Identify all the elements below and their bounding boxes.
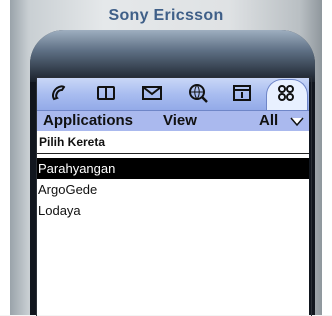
- screen-title: Pilih Kereta: [39, 135, 106, 149]
- phone-screen: Applications View All Pilih Kereta Parah…: [37, 78, 309, 315]
- train-list: Parahyangan ArgoGede Lodaya: [37, 158, 309, 221]
- screen-title-bar: Pilih Kereta: [37, 132, 309, 154]
- list-item-label: ArgoGede: [38, 182, 98, 197]
- bezel-highlight: [30, 30, 315, 82]
- list-item[interactable]: Lodaya: [37, 200, 309, 221]
- globe-search-icon[interactable]: [187, 83, 209, 103]
- calendar-icon[interactable]: [231, 83, 253, 103]
- phone-icon[interactable]: [49, 83, 71, 103]
- status-icon-bar: [37, 78, 309, 111]
- menu-bar: Applications View All: [37, 111, 309, 131]
- brand-logo: Sony Ericsson: [108, 7, 224, 24]
- list-item[interactable]: ArgoGede: [37, 179, 309, 200]
- view-menu[interactable]: View: [163, 112, 197, 130]
- apps-grid-icon[interactable]: [275, 83, 297, 103]
- list-item[interactable]: Parahyangan: [37, 158, 309, 179]
- list-item-label: Lodaya: [38, 203, 81, 218]
- book-icon[interactable]: [95, 83, 117, 103]
- filter-all-dropdown[interactable]: All: [259, 112, 278, 130]
- applications-menu[interactable]: Applications: [43, 112, 133, 130]
- envelope-icon[interactable]: [141, 83, 163, 103]
- list-item-label: Parahyangan: [38, 161, 116, 176]
- chevron-down-icon[interactable]: [290, 117, 304, 127]
